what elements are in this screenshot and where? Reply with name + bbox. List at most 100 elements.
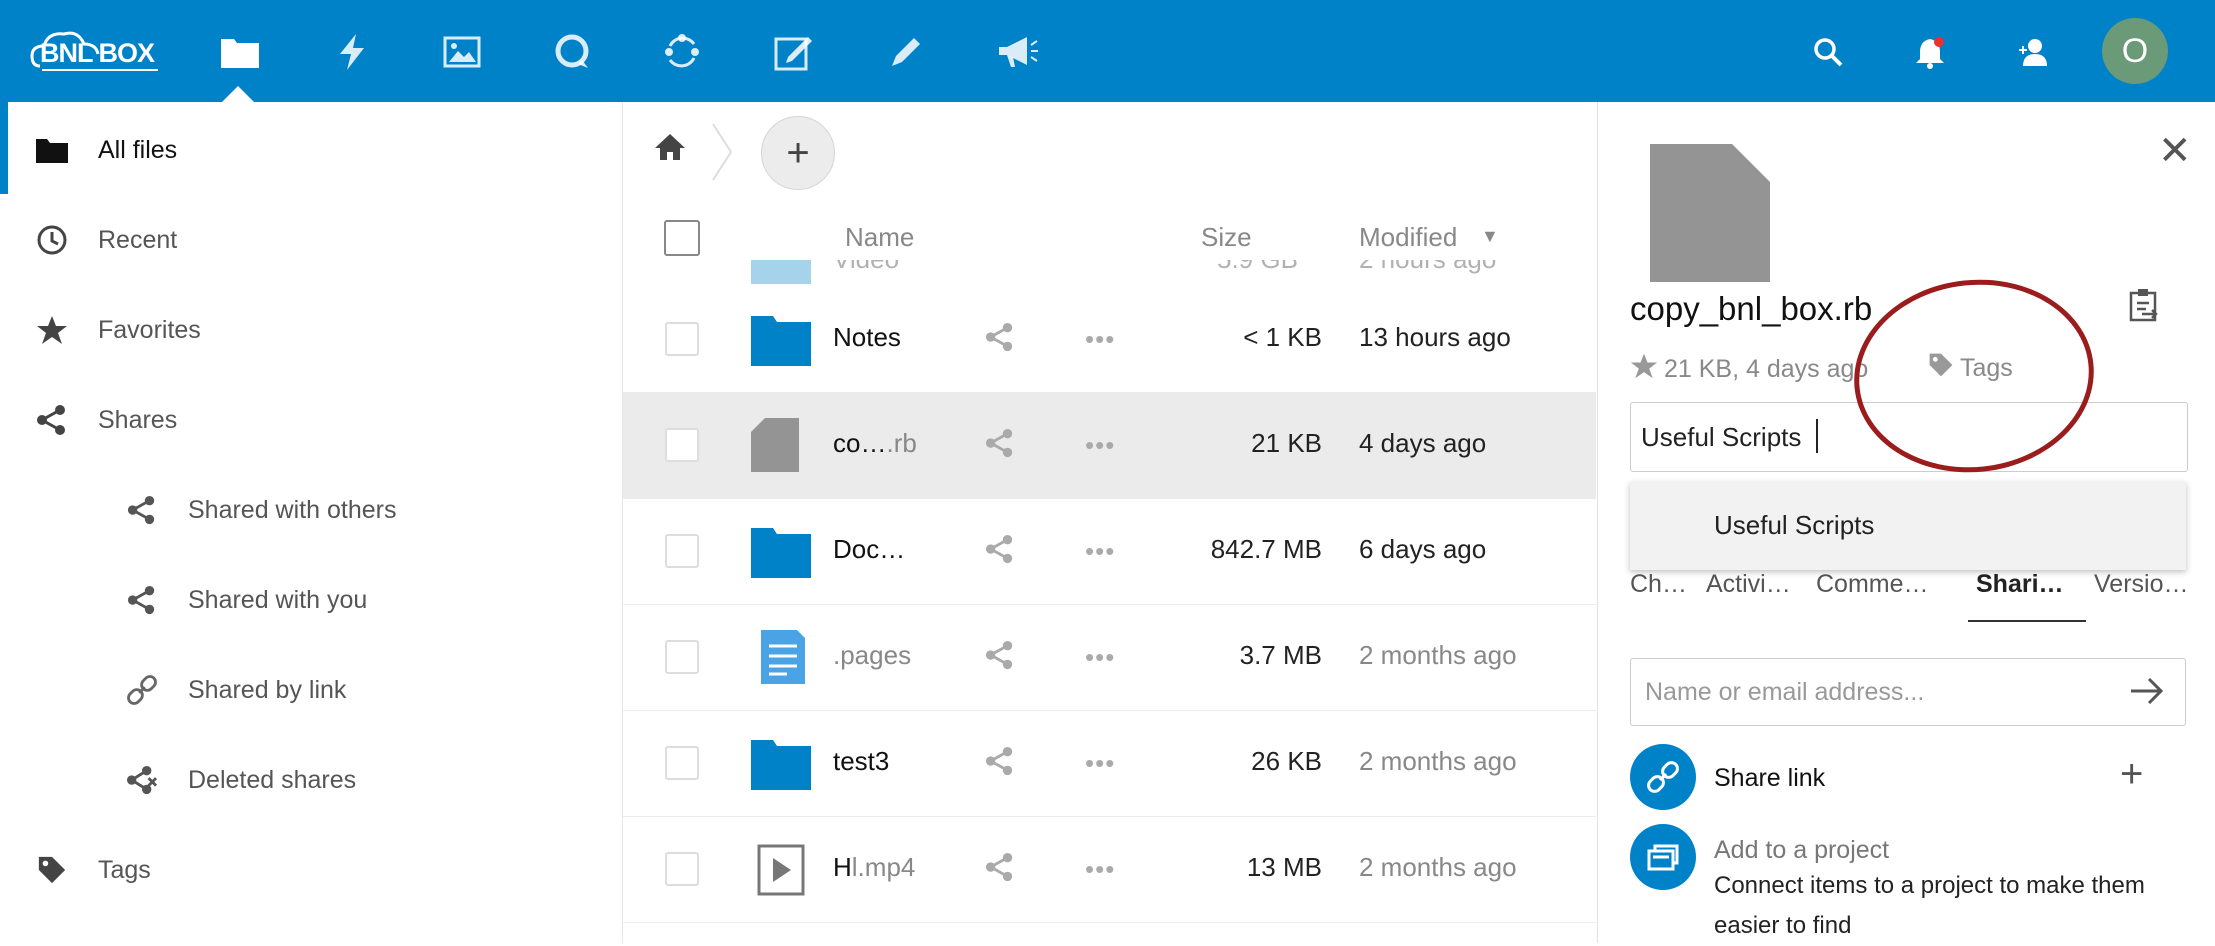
new-file-button[interactable]: +	[761, 116, 835, 190]
nav-deleted-shares[interactable]: Deleted shares	[0, 750, 622, 810]
more-actions-icon[interactable]: •••	[1085, 324, 1115, 355]
row-checkbox[interactable]	[665, 852, 699, 886]
add-to-project-label[interactable]: Add to a project	[1714, 836, 1889, 865]
notes-icon[interactable]	[772, 30, 816, 74]
file-size: 26 KB	[1251, 746, 1322, 776]
row-checkbox[interactable]	[665, 640, 699, 674]
details-filename: copy_bnl_box.rb	[1630, 290, 1873, 327]
file-row[interactable]: test3 ••• 26 KB 2 months ago	[623, 710, 1596, 817]
file-row[interactable]: Doc… ••• 842.7 MB 6 days ago	[623, 498, 1596, 605]
share-recipient-field[interactable]	[1630, 658, 2186, 726]
row-checkbox[interactable]	[665, 746, 699, 780]
sync-icon[interactable]	[660, 30, 704, 74]
column-modified-header[interactable]: Modified	[1359, 222, 1457, 253]
tab-activity[interactable]: Activi…	[1706, 570, 1791, 599]
nav-shared-with-you[interactable]: Shared with you	[0, 570, 622, 630]
file-preview-icon	[1650, 144, 1770, 282]
file-name[interactable]: Doc…	[833, 534, 905, 565]
file-list-area: + Name Size Modified ▼ Video 5.9 GB 2 ho…	[623, 102, 1596, 943]
row-checkbox[interactable]	[665, 534, 699, 568]
share-icon[interactable]	[985, 428, 1015, 463]
star-icon	[34, 312, 70, 348]
tab-versions[interactable]: Versio…	[2094, 570, 2188, 599]
more-actions-icon[interactable]: •••	[1085, 642, 1115, 673]
file-size: 21 KB	[1251, 428, 1322, 458]
search-icon[interactable]	[1806, 30, 1850, 74]
bnl-box-logo[interactable]: BNL BOX	[30, 26, 160, 76]
file-name[interactable]: .pages	[833, 640, 911, 671]
user-avatar[interactable]: O	[2102, 18, 2168, 84]
nav-all-files[interactable]: All files	[0, 120, 622, 180]
file-name[interactable]: co….rb	[833, 428, 917, 459]
file-name[interactable]: Notes	[833, 322, 901, 353]
more-actions-icon[interactable]: •••	[1085, 854, 1115, 885]
file-row[interactable]: Hl.mp4 ••• 13 MB 2 months ago	[623, 816, 1596, 923]
nav-recent[interactable]: Recent	[0, 210, 622, 270]
file-name[interactable]: Hl.mp4	[833, 852, 915, 883]
arrow-right-icon[interactable]	[2129, 673, 2165, 714]
gallery-icon[interactable]	[440, 30, 484, 74]
file-row[interactable]: Notes ••• < 1 KB 13 hours ago	[623, 286, 1596, 393]
nav-label: Recent	[98, 225, 178, 254]
nav-shared-with-others[interactable]: Shared with others	[0, 480, 622, 540]
generic-file-icon	[751, 418, 799, 472]
share-icon[interactable]	[985, 322, 1015, 357]
tab-comments[interactable]: Comme…	[1816, 570, 1929, 599]
logo-text: BNL BOX	[40, 38, 155, 68]
project-description: Connect items to a project to make them …	[1714, 872, 2145, 939]
share-icon[interactable]	[985, 746, 1015, 781]
share-icon[interactable]	[985, 852, 1015, 887]
tag-suggestion-option[interactable]: Useful Scripts	[1714, 510, 1874, 541]
file-row[interactable]: .pages ••• 3.7 MB 2 months ago	[623, 604, 1596, 711]
add-share-link-icon[interactable]: +	[2120, 752, 2143, 797]
share-icon	[124, 582, 160, 618]
nav-tags[interactable]: Tags	[0, 840, 622, 900]
column-size-header[interactable]: Size	[1201, 222, 1252, 253]
more-actions-icon[interactable]: •••	[1085, 536, 1115, 567]
notifications-bell-icon[interactable]	[1908, 30, 1952, 74]
link-icon	[124, 672, 160, 708]
nav-shared-by-link[interactable]: Shared by link	[0, 660, 622, 720]
nav-label: Shared with others	[188, 495, 397, 524]
share-icon	[124, 492, 160, 528]
file-meta-text: 21 KB, 4 days ago	[1664, 355, 1869, 383]
share-icon[interactable]	[985, 534, 1015, 569]
tab-checksum[interactable]: Ch…	[1630, 570, 1687, 599]
nav-favorites[interactable]: Favorites	[0, 300, 622, 360]
activity-icon[interactable]	[330, 30, 374, 74]
contacts-icon[interactable]	[2012, 30, 2056, 74]
favorite-star-icon[interactable]	[1630, 352, 1658, 387]
folder-icon	[34, 132, 70, 168]
edit-icon[interactable]	[884, 30, 928, 74]
share-link-icon	[1630, 744, 1696, 810]
file-row[interactable]: co….rb ••• 21 KB 4 days ago	[623, 392, 1596, 499]
details-tabs: Ch… Activi… Comme… Shari… Versio…	[1630, 570, 2190, 630]
clipboard-icon[interactable]	[2128, 288, 2160, 327]
talk-icon[interactable]	[550, 30, 594, 74]
file-size: 3.7 MB	[1239, 640, 1322, 670]
nav-shares[interactable]: Shares	[0, 390, 622, 450]
more-actions-icon[interactable]: •••	[1085, 430, 1115, 461]
column-name-header[interactable]: Name	[845, 222, 914, 253]
tab-sharing[interactable]: Shari…	[1976, 570, 2064, 599]
files-icon[interactable]	[218, 30, 262, 74]
project-icon	[1630, 824, 1696, 890]
file-details-sidebar: ✕ copy_bnl_box.rb 21 KB, 4 days ago Tags…	[1597, 102, 2215, 943]
row-checkbox[interactable]	[665, 428, 699, 462]
tag-input[interactable]: Useful Scripts	[1630, 402, 2188, 472]
announcements-icon[interactable]	[996, 30, 1040, 74]
home-icon[interactable]	[653, 132, 687, 167]
close-icon[interactable]: ✕	[2158, 128, 2192, 174]
navigation-sidebar: All files Recent Favorites Shares Shared…	[0, 102, 623, 943]
share-icon	[34, 402, 70, 438]
row-checkbox[interactable]	[665, 322, 699, 356]
share-recipient-input[interactable]	[1643, 673, 2127, 711]
nav-label: Shared with you	[188, 585, 368, 614]
more-actions-icon[interactable]: •••	[1085, 748, 1115, 779]
share-icon[interactable]	[985, 640, 1015, 675]
share-link-label[interactable]: Share link	[1714, 764, 1825, 793]
video-file-icon	[757, 844, 805, 896]
tags-toggle[interactable]: Tags	[1928, 352, 2013, 385]
file-name[interactable]: test3	[833, 746, 889, 777]
select-all-checkbox[interactable]	[664, 220, 700, 256]
